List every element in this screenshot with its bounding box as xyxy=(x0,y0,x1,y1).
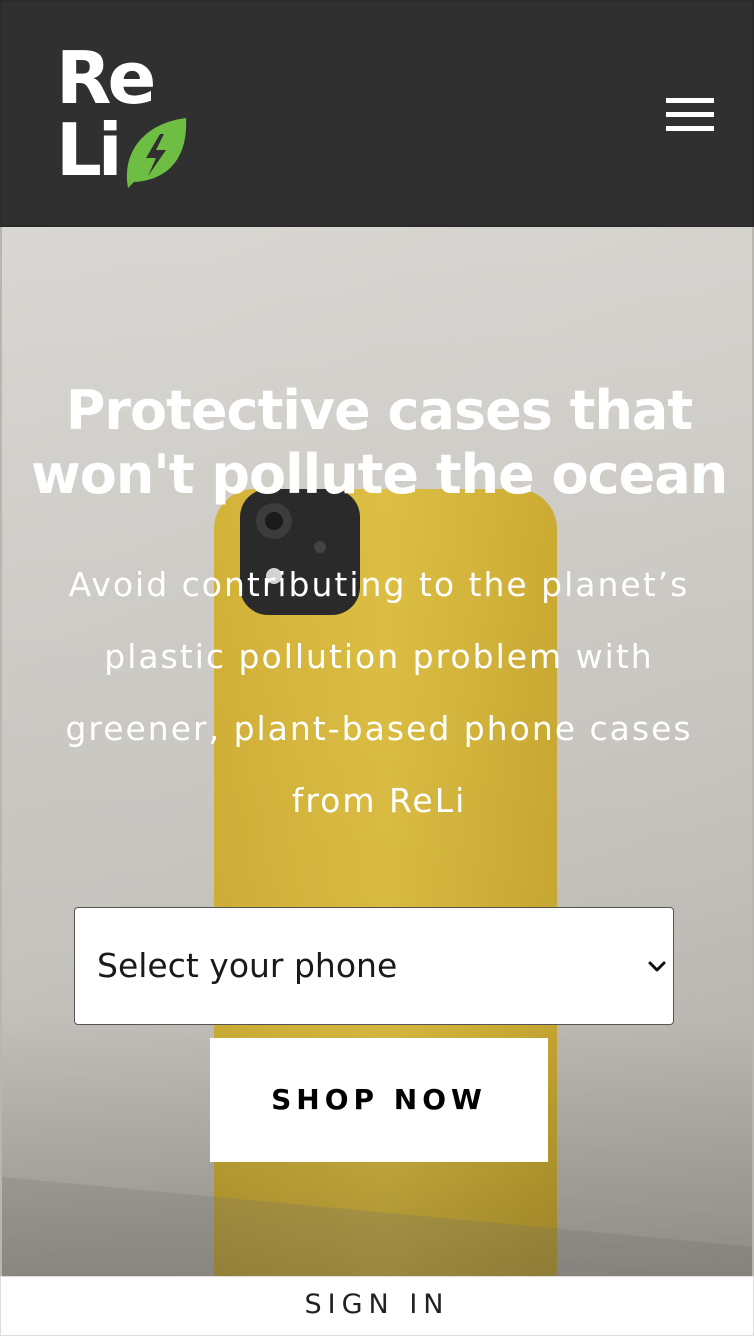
shop-now-button[interactable]: SHOP NOW xyxy=(210,1038,548,1162)
logo-text-line-1: Re xyxy=(56,36,156,120)
leaf-lightning-icon xyxy=(126,118,187,188)
reli-logo[interactable]: Re Li xyxy=(56,42,196,192)
hero-title: Protective cases that won't pollute the … xyxy=(30,379,728,506)
sign-in-link[interactable]: SIGN IN xyxy=(305,1289,450,1320)
site-header: Re Li xyxy=(0,0,754,227)
phone-select-dropdown[interactable]: Select your phone xyxy=(74,907,674,1025)
hero-description: Avoid contributing to the planet’s plast… xyxy=(65,565,693,820)
hamburger-menu-icon[interactable] xyxy=(658,90,720,140)
logo-text-line-2: Li xyxy=(56,108,123,192)
sign-in-bar: SIGN IN xyxy=(0,1276,754,1336)
chevron-down-icon xyxy=(648,961,666,972)
hero-banner: Protective cases that won't pollute the … xyxy=(0,227,754,1276)
phone-select-value: Select your phone xyxy=(97,946,398,985)
